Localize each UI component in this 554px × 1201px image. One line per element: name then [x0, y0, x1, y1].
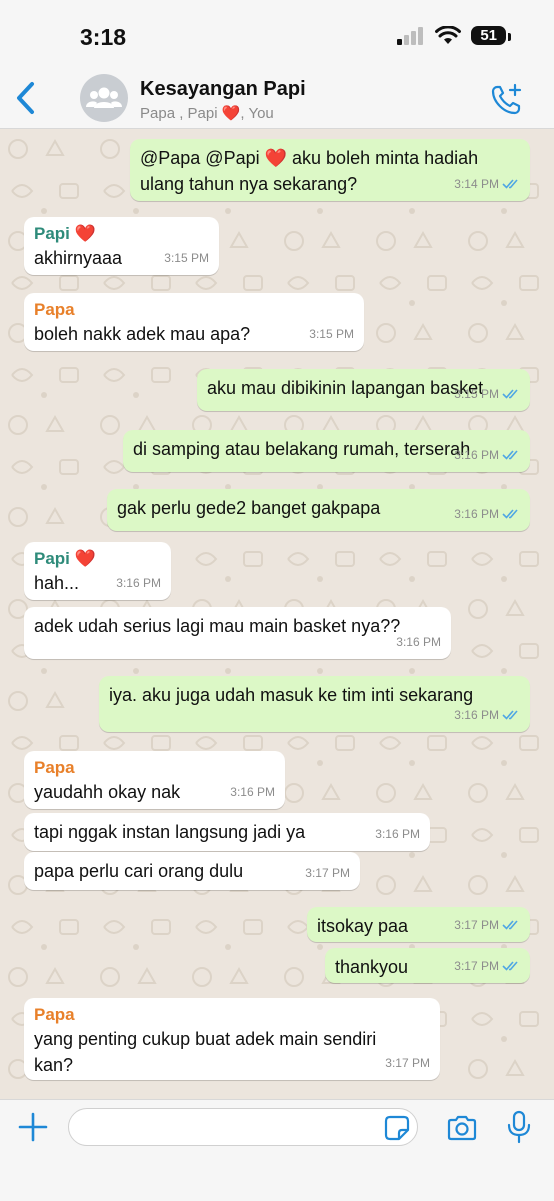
incoming-message[interactable]: adek udah serius lagi mau main basket ny…	[24, 607, 451, 659]
message-sender[interactable]: Papa	[34, 1004, 430, 1026]
incoming-message[interactable]: Papi ❤️ hah... 3:16 PM	[24, 542, 171, 600]
outgoing-message[interactable]: @Papa @Papi ❤️ aku boleh minta hadiah ul…	[130, 139, 530, 201]
message-meta: 3:16 PM	[454, 702, 520, 728]
outgoing-message[interactable]: aku mau dibikinin lapangan basket 3:15 PM	[197, 369, 530, 411]
message-time: 3:16 PM	[454, 708, 499, 722]
read-receipt-icon	[502, 710, 518, 720]
message-time: 3:16 PM	[396, 635, 441, 649]
message-meta: 3:16 PM	[375, 821, 420, 847]
message-time: 3:17 PM	[454, 918, 499, 932]
message-meta: 3:14 PM	[454, 171, 520, 197]
message-sender[interactable]: Papi ❤️	[34, 223, 209, 245]
microphone-icon[interactable]	[506, 1110, 532, 1144]
incoming-message[interactable]: tapi nggak instan langsung jadi ya 3:16 P…	[24, 813, 430, 851]
message-time: 3:16 PM	[230, 785, 275, 799]
incoming-message[interactable]: Papa boleh nakk adek mau apa? 3:15 PM	[24, 293, 364, 351]
message-text: yang penting cukup buat adek main sendir…	[34, 1029, 377, 1075]
message-time: 3:17 PM	[305, 866, 350, 880]
plus-icon[interactable]	[18, 1112, 48, 1142]
chat-area[interactable]: @Papa @Papi ❤️ aku boleh minta hadiah ul…	[0, 129, 554, 1099]
outgoing-message[interactable]: gak perlu gede2 banget gakpapa 3:16 PM	[107, 489, 530, 531]
clock: 3:18	[80, 24, 127, 50]
message-meta: 3:17 PM	[454, 912, 520, 938]
read-receipt-icon	[502, 450, 518, 460]
read-receipt-icon	[502, 961, 518, 971]
status-icons: 51	[397, 26, 511, 45]
message-sender[interactable]: Papa	[34, 757, 275, 779]
message-meta: 3:16 PM	[230, 779, 275, 805]
incoming-message[interactable]: Papi ❤️ akhirnyaaa 3:15 PM	[24, 217, 219, 275]
outgoing-message[interactable]: itsokay paa 3:17 PM	[307, 907, 530, 942]
wifi-icon	[435, 26, 462, 44]
chat-participants[interactable]: Papa , Papi ❤️, You	[140, 104, 274, 122]
phone-add-icon[interactable]	[490, 82, 524, 116]
message-text: adek udah serius lagi mau main basket ny…	[34, 616, 401, 636]
message-meta: 3:15 PM	[454, 381, 520, 407]
message-time: 3:16 PM	[454, 448, 499, 462]
message-text: tapi nggak instan langsung jadi ya	[34, 822, 306, 842]
message-text: boleh nakk adek mau apa?	[34, 324, 251, 344]
message-time: 3:14 PM	[454, 177, 499, 191]
read-receipt-icon	[502, 509, 518, 519]
message-time: 3:16 PM	[116, 576, 161, 590]
message-input[interactable]	[68, 1108, 418, 1146]
incoming-message[interactable]: papa perlu cari orang dulu 3:17 PM	[24, 852, 360, 890]
composer-bar	[0, 1099, 554, 1201]
outgoing-message[interactable]: iya. aku juga udah masuk ke tim inti sek…	[99, 676, 530, 732]
message-meta: 3:15 PM	[164, 245, 209, 271]
message-time: 3:17 PM	[454, 959, 499, 973]
message-meta: 3:16 PM	[454, 442, 520, 468]
message-meta: 3:17 PM	[454, 953, 520, 979]
outgoing-message[interactable]: di samping atau belakang rumah, terserah…	[123, 430, 530, 472]
message-meta: 3:16 PM	[396, 629, 441, 655]
message-meta: 3:15 PM	[309, 321, 354, 347]
message-text: papa perlu cari orang dulu	[34, 861, 244, 881]
camera-icon[interactable]	[446, 1114, 478, 1142]
chat-title[interactable]: Kesayangan Papi	[140, 78, 306, 101]
message-time: 3:15 PM	[164, 251, 209, 265]
read-receipt-icon	[502, 389, 518, 399]
read-receipt-icon	[502, 920, 518, 930]
chat-header: Kesayangan Papi Papa , Papi ❤️, You	[0, 70, 554, 129]
sticker-icon[interactable]	[384, 1115, 410, 1141]
message-meta: 3:17 PM	[385, 1050, 430, 1076]
incoming-message[interactable]: Papa yaudahh okay nak 3:16 PM	[24, 751, 285, 809]
message-meta: 3:17 PM	[305, 860, 350, 886]
outgoing-message[interactable]: thankyou 3:17 PM	[325, 948, 530, 983]
group-icon	[86, 87, 122, 108]
message-time: 3:16 PM	[454, 507, 499, 521]
message-time: 3:15 PM	[309, 327, 354, 341]
message-meta: 3:16 PM	[116, 570, 161, 596]
group-avatar[interactable]	[80, 74, 128, 122]
message-sender[interactable]: Papa	[34, 299, 354, 321]
message-meta: 3:16 PM	[454, 501, 520, 527]
message-time: 3:15 PM	[454, 387, 499, 401]
battery-indicator: 51	[471, 26, 511, 45]
message-sender[interactable]: Papi ❤️	[34, 548, 161, 570]
read-receipt-icon	[502, 179, 518, 189]
chevron-left-icon[interactable]	[12, 78, 42, 118]
cellular-signal-icon	[397, 26, 424, 45]
message-time: 3:16 PM	[375, 827, 420, 841]
message-time: 3:17 PM	[385, 1056, 430, 1070]
status-bar: 3:18 51	[0, 0, 554, 70]
incoming-message[interactable]: Papa yang penting cukup buat adek main se…	[24, 998, 440, 1080]
